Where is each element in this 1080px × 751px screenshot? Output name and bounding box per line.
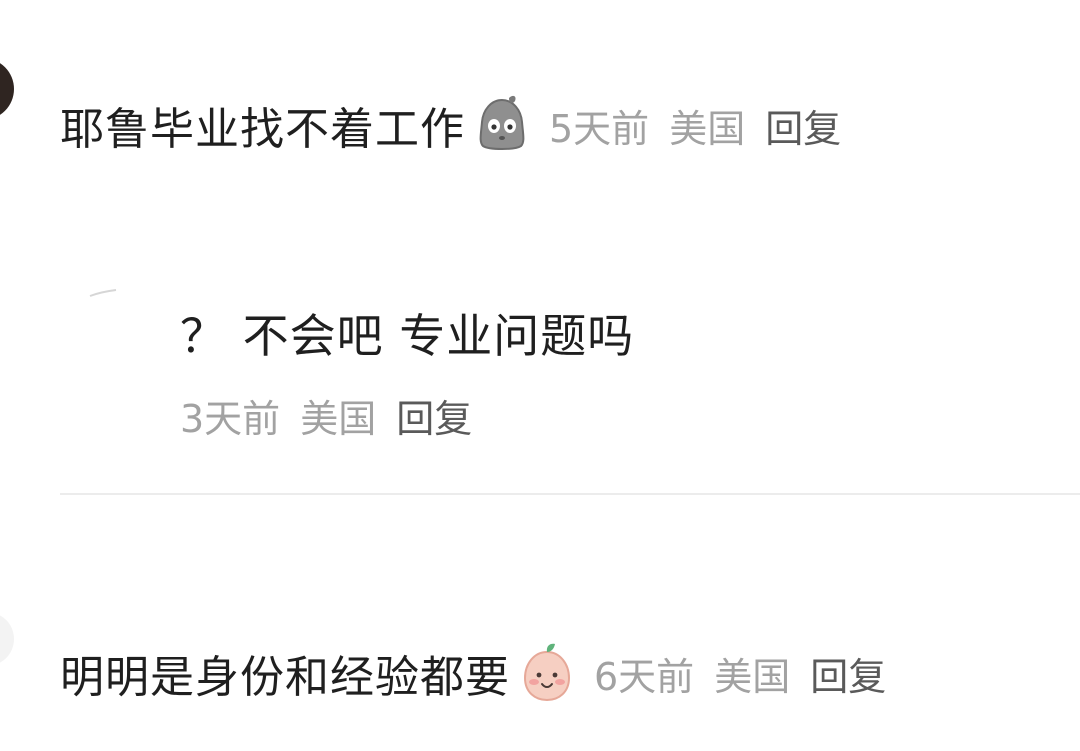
reply-button[interactable]: 回复	[765, 98, 841, 153]
reply-avatar-icon[interactable]	[88, 288, 118, 298]
reply-button[interactable]: 回复	[396, 388, 472, 443]
comment-thread: 耶鲁毕业找不着工作 5天前 美国 回复 ？ 不会吧 专业问题吗 3天前 美国 回…	[0, 0, 1080, 751]
reply-meta: 3天前 美国 回复	[180, 388, 634, 443]
commenter-avatar[interactable]	[0, 612, 14, 666]
comment-time: 6天前	[594, 654, 695, 699]
comment-location: 美国	[714, 654, 791, 699]
comment-divider	[60, 493, 1080, 495]
comment-time: 5天前	[549, 106, 650, 151]
reply-time: 3天前	[180, 397, 281, 441]
reply-button[interactable]: 回复	[810, 646, 886, 701]
reply-text: ？ 不会吧 专业问题吗	[180, 309, 635, 363]
worried-ghost-emoji-icon	[479, 95, 525, 150]
reply-location: 美国	[300, 397, 377, 441]
comment-text: 明明是身份和经验都要	[60, 652, 510, 703]
smiling-peach-emoji-icon	[523, 643, 571, 702]
commenter-avatar[interactable]	[0, 58, 14, 120]
comment-text: 耶鲁毕业找不着工作	[60, 104, 465, 155]
comment-location: 美国	[669, 106, 746, 151]
reply-item: ？ 不会吧 专业问题吗 3天前 美国 回复	[180, 300, 634, 443]
comment-item: 明明是身份和经验都要 6天前 美国 回复	[60, 640, 886, 706]
comment-item: 耶鲁毕业找不着工作 5天前 美国 回复	[60, 92, 841, 158]
